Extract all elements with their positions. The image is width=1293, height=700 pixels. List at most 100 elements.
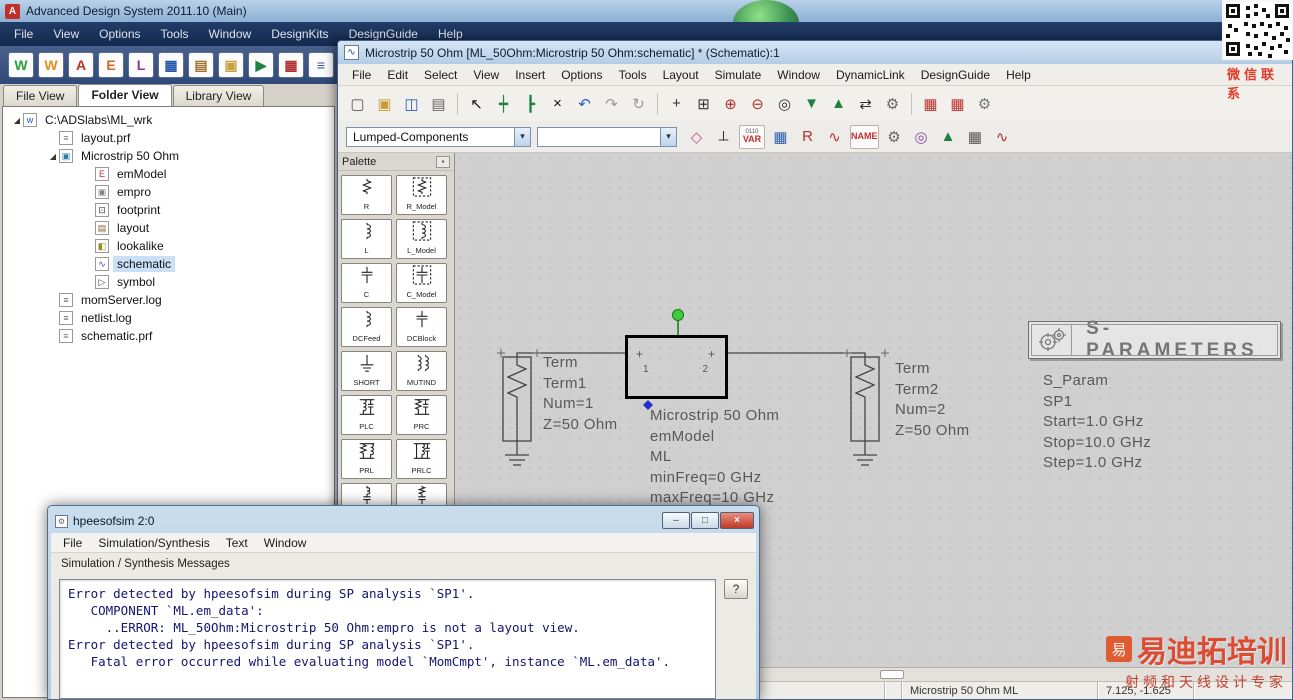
simulation-messages-area[interactable]: Error detected by hpeesofsim during SP a…	[59, 579, 716, 699]
help-button[interactable]: ?	[724, 579, 748, 599]
tab-library-view[interactable]: Library View	[172, 85, 265, 106]
delete-icon[interactable]: ×	[545, 91, 570, 116]
deactivate-component-icon[interactable]: ▦	[918, 91, 943, 116]
menu-window[interactable]: Window	[199, 22, 262, 46]
menu-options[interactable]: Options	[89, 22, 150, 46]
chevron-down-icon[interactable]: ▾	[660, 127, 676, 146]
tree-item-c-adslabs-ml-wrk[interactable]: ◢ w C:\ADSlabs\ML_wrk	[3, 111, 334, 129]
data-display-icon[interactable]: ▦	[963, 124, 988, 149]
menu-tools[interactable]: Tools	[151, 22, 199, 46]
tree-item-schematic-prf[interactable]: ≡ schematic.prf	[3, 327, 334, 345]
zoom-area-icon[interactable]: ⊞	[691, 91, 716, 116]
tree-item-emmodel[interactable]: EemModel	[3, 165, 334, 183]
insert-port-icon[interactable]: ◇	[684, 124, 709, 149]
wire-squiggle-icon[interactable]: ∿	[822, 124, 847, 149]
tree-item-netlist-log[interactable]: ≡ netlist.log	[3, 309, 334, 327]
tab-folder-view[interactable]: Folder View	[78, 84, 172, 106]
pop-out-of-hierarchy-icon[interactable]: ▲	[826, 91, 851, 116]
settings-gear-icon[interactable]: ⚙	[882, 124, 907, 149]
zoom-in-icon[interactable]: ⊕	[718, 91, 743, 116]
main-titlebar[interactable]: A Advanced Design System 2011.10 (Main)	[0, 0, 1293, 46]
menu-edit[interactable]: Edit	[379, 68, 416, 82]
menu-select[interactable]: Select	[416, 68, 465, 82]
zoom-full-icon[interactable]: ◎	[772, 91, 797, 116]
palette-r-model[interactable]: R_Model	[396, 175, 447, 215]
maximize-button[interactable]: □	[691, 512, 719, 529]
tab-file-view[interactable]: File View	[3, 85, 78, 106]
palette-dcfeed[interactable]: DCFeed	[341, 307, 392, 347]
palette-prc[interactable]: PRC	[396, 395, 447, 435]
menu-window[interactable]: Window	[256, 536, 315, 550]
expander-icon[interactable]: ◢	[11, 116, 23, 125]
tree-item-empro[interactable]: ▣ empro	[3, 183, 334, 201]
expander-icon[interactable]: ◢	[47, 152, 59, 161]
menu-view[interactable]: View	[465, 68, 507, 82]
menu-layout[interactable]: Layout	[655, 68, 707, 82]
insert-pin-icon[interactable]: ┿	[491, 91, 516, 116]
insert-wire-icon[interactable]: ┣	[518, 91, 543, 116]
options-wrench-icon[interactable]: ⚙	[972, 91, 997, 116]
palette-pin-icon[interactable]: ▪	[436, 155, 450, 168]
menu-dynamiclink[interactable]: DynamicLink	[828, 68, 913, 82]
menu-options[interactable]: Options	[553, 68, 610, 82]
palette-l-model[interactable]: L_Model	[396, 219, 447, 259]
palette-plc[interactable]: PLC	[341, 395, 392, 435]
menu-file[interactable]: File	[344, 68, 379, 82]
tree-item-lookalike[interactable]: ◧ lookalike	[3, 237, 334, 255]
library-browser-icon[interactable]: L	[128, 52, 154, 78]
window-list-icon[interactable]: ≡	[308, 52, 334, 78]
var-equation-icon[interactable]: 0110 VAR	[739, 124, 765, 149]
scrollbar-thumb[interactable]	[880, 670, 904, 679]
menu-file[interactable]: File	[55, 536, 90, 550]
new-design-icon[interactable]: ▢	[345, 91, 370, 116]
new-workspace-icon[interactable]: W	[8, 52, 34, 78]
ads-main-icon[interactable]: A	[68, 52, 94, 78]
print-icon[interactable]: ▤	[426, 91, 451, 116]
insert-ground-icon[interactable]: ⟂	[711, 124, 736, 149]
menu-insert[interactable]: Insert	[507, 68, 553, 82]
push-into-hierarchy-icon[interactable]: ▼	[799, 91, 824, 116]
menu-help[interactable]: Help	[998, 68, 1039, 82]
palette-dcblock[interactable]: DCBlock	[396, 307, 447, 347]
open-folder-icon[interactable]: ▣	[218, 52, 244, 78]
tree-item-layout-prf[interactable]: ≡ layout.prf	[3, 129, 334, 147]
matrix-icon[interactable]: ▦	[768, 124, 793, 149]
minimize-button[interactable]: –	[662, 512, 690, 529]
menu-file[interactable]: File	[4, 22, 43, 46]
tree-item-layout[interactable]: ▤ layout	[3, 219, 334, 237]
new-layout-window-icon[interactable]: ▤	[188, 52, 214, 78]
tree-item-symbol[interactable]: ▷ symbol	[3, 273, 334, 291]
menu-simulate[interactable]: Simulate	[707, 68, 770, 82]
current-probe-icon[interactable]: ◎	[909, 124, 934, 149]
palette-c-model[interactable]: C_Model	[396, 263, 447, 303]
palette-l[interactable]: L	[341, 219, 392, 259]
swap-view-icon[interactable]: ⇄	[853, 91, 878, 116]
menu-view[interactable]: View	[43, 22, 89, 46]
open-workspace-icon[interactable]: W	[38, 52, 64, 78]
zoom-out-icon[interactable]: ⊖	[745, 91, 770, 116]
menu-window[interactable]: Window	[769, 68, 828, 82]
component-history-select[interactable]: ▾	[537, 126, 677, 147]
pop-up-icon[interactable]: ▲	[936, 124, 961, 149]
plot-trace-icon[interactable]: ∿	[990, 124, 1015, 149]
menu-designkits[interactable]: DesignKits	[261, 22, 338, 46]
termination-icon[interactable]: R	[795, 124, 820, 149]
run-simulation-icon[interactable]: ▶	[248, 52, 274, 78]
tune-icon[interactable]: ⚙	[880, 91, 905, 116]
palette-prlc[interactable]: PRLC	[396, 439, 447, 479]
name-annotation-icon[interactable]: NAME	[850, 124, 879, 149]
redo-icon[interactable]: ↷	[599, 91, 624, 116]
undo-icon[interactable]: ↶	[572, 91, 597, 116]
new-schematic-window-icon[interactable]: ▦	[158, 52, 184, 78]
menu-designguide[interactable]: DesignGuide	[913, 68, 998, 82]
close-button[interactable]: ×	[720, 512, 754, 529]
open-design-icon[interactable]: ▣	[372, 91, 397, 116]
menu-tools[interactable]: Tools	[611, 68, 655, 82]
tree-item-microstrip-50-ohm[interactable]: ◢ ▣ Microstrip 50 Ohm	[3, 147, 334, 165]
redo-all-icon[interactable]: ↻	[626, 91, 651, 116]
tree-item-momserver-log[interactable]: ≡ momServer.log	[3, 291, 334, 309]
tree-item-schematic[interactable]: ∿ schematic	[3, 255, 334, 273]
move-icon[interactable]: +	[664, 91, 689, 116]
palette-c[interactable]: C	[341, 263, 392, 303]
examples-icon[interactable]: E	[98, 52, 124, 78]
